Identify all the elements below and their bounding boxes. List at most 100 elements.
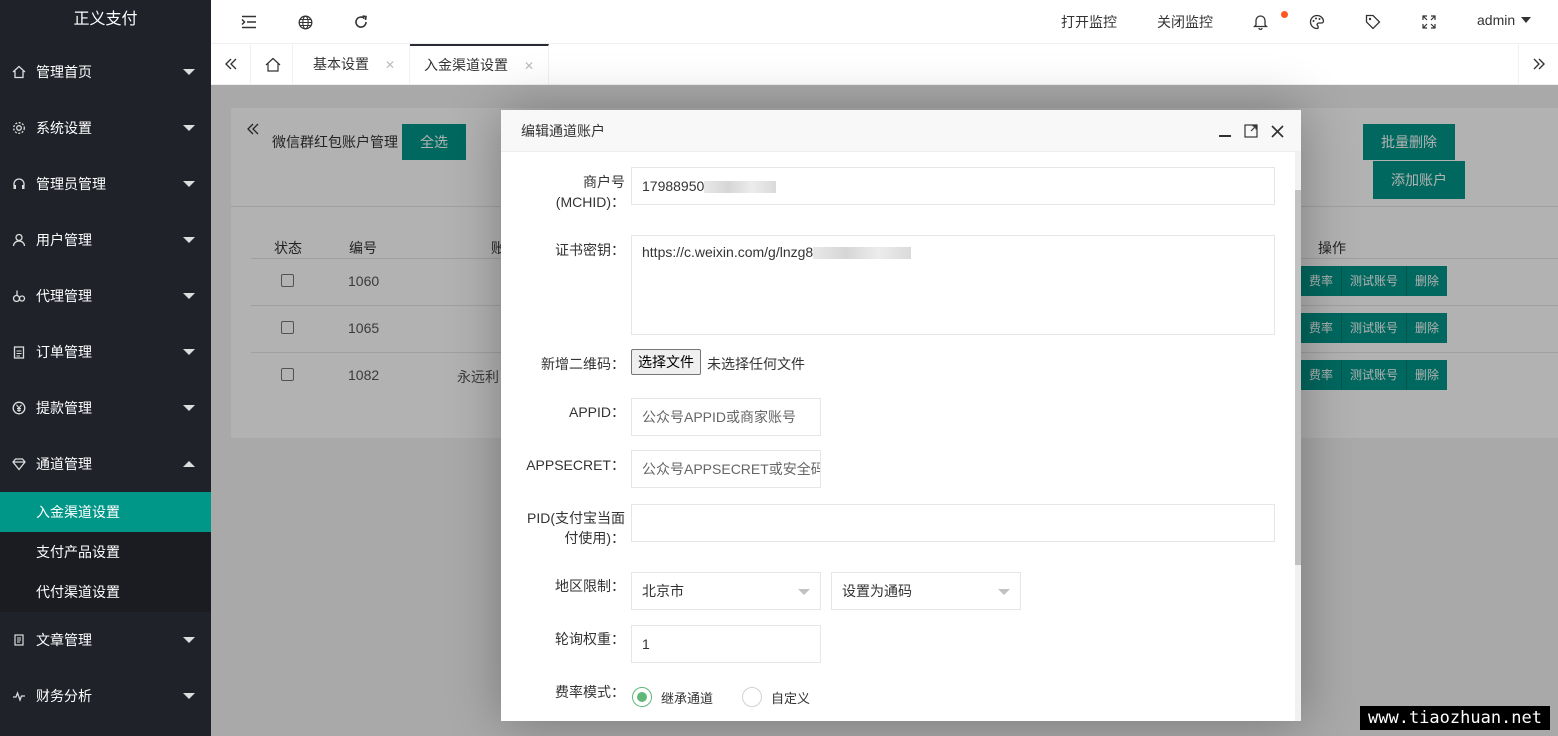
sidebar-item-label: 代理管理 — [36, 288, 92, 304]
tab-label: 基本设置 — [313, 56, 369, 72]
chevron-up-icon — [183, 461, 195, 467]
sidebar-item-home[interactable]: 管理首页 — [0, 44, 211, 100]
dialog-header: 编辑通道账户 — [501, 110, 1301, 152]
region-mode-select[interactable]: 设置为通码 — [831, 572, 1021, 610]
weight-input[interactable]: 1 — [631, 625, 821, 663]
dialog-scrollbar[interactable] — [1295, 152, 1301, 721]
appsecret-input[interactable]: 公众号APPSECRET或安全码 — [631, 450, 821, 488]
sidebar-item-label: 财务分析 — [36, 688, 92, 704]
open-monitor-link[interactable]: 打开监控 — [1061, 12, 1117, 32]
sidebar-item-label: 管理员管理 — [36, 176, 106, 192]
refresh-icon[interactable] — [351, 12, 371, 32]
watermark: www.tiaozhuan.net — [1360, 706, 1550, 730]
tag-icon[interactable] — [1363, 12, 1383, 32]
region-select[interactable]: 北京市 — [631, 572, 821, 610]
flask-icon — [10, 287, 28, 305]
maximize-icon[interactable] — [1243, 123, 1259, 139]
chevron-down-icon — [183, 237, 195, 243]
mchid-label: 商户号 (MCHID)： — [521, 172, 625, 212]
sidebar-subitem-payout-channel[interactable]: 代付渠道设置 — [0, 572, 211, 612]
cert-textarea[interactable]: https://c.weixin.com/g/lnzg8 — [631, 235, 1275, 335]
region-mode-value: 设置为通码 — [842, 583, 912, 599]
diamond-icon — [10, 455, 28, 473]
menu-collapse-icon[interactable] — [239, 12, 259, 32]
tab-basic-settings[interactable]: 基本设置 ✕ — [299, 44, 411, 84]
radio-custom[interactable] — [742, 687, 762, 707]
appsecret-label: APPSECRET： — [526, 457, 625, 473]
appid-label: APPID： — [568, 404, 625, 420]
radio-custom-label: 自定义 — [771, 691, 811, 706]
chevron-down-icon — [183, 693, 195, 699]
edit-channel-account-dialog: 编辑通道账户 商户号 (MCHID)： 17988950 证书密钥： https… — [501, 110, 1301, 721]
fullscreen-icon[interactable] — [1419, 12, 1439, 32]
sidebar-item-label: 系统设置 — [36, 120, 92, 136]
sidebar-item-agent-management[interactable]: 代理管理 — [0, 268, 211, 324]
sidebar-item-article-management[interactable]: 文章管理 — [0, 612, 211, 668]
sidebar-item-finance-analysis[interactable]: 财务分析 — [0, 668, 211, 724]
minimize-icon[interactable] — [1217, 123, 1233, 139]
pid-label-line1: PID(支付宝当面 — [527, 510, 625, 526]
mchid-label-line1: 商户号 — [583, 174, 625, 190]
tab-label: 入金渠道设置 — [424, 57, 508, 73]
dialog-title: 编辑通道账户 — [521, 123, 605, 139]
appid-input[interactable]: 公众号APPID或商家账号 — [631, 398, 821, 436]
chevron-down-icon — [183, 125, 195, 131]
user-icon — [10, 231, 28, 249]
tab-close-icon[interactable]: ✕ — [524, 59, 534, 73]
close-icon[interactable] — [1269, 123, 1285, 139]
tab-home-icon[interactable] — [253, 44, 293, 84]
gear-icon — [10, 119, 28, 137]
sidebar-item-admin-management[interactable]: 管理员管理 — [0, 156, 211, 212]
sidebar-subitem-deposit-channel[interactable]: 入金渠道设置 — [0, 492, 211, 532]
channel-submenu: 入金渠道设置 支付产品设置 代付渠道设置 — [0, 492, 211, 612]
chevron-down-icon — [183, 637, 195, 643]
clipboard-icon — [10, 343, 28, 361]
sidebar: 正义支付 管理首页 系统设置 管理员管理 用户管理 代理管理 订单管理 提款管理… — [0, 0, 211, 736]
sidebar-item-label: 管理首页 — [36, 64, 92, 80]
scrollbar-thumb[interactable] — [1295, 190, 1301, 565]
tab-deposit-channel[interactable]: 入金渠道设置 ✕ — [410, 44, 550, 84]
sidebar-subitem-payment-product[interactable]: 支付产品设置 — [0, 532, 211, 572]
weight-label: 轮询权重： — [555, 631, 625, 647]
pid-label: PID(支付宝当面 付使用)： — [521, 508, 625, 548]
chevron-down-icon — [183, 349, 195, 355]
mchid-field[interactable]: 17988950 — [631, 167, 1275, 205]
region-value: 北京市 — [642, 583, 684, 599]
cert-value: https://c.weixin.com/g/lnzg8 — [642, 244, 814, 260]
file-status: 未选择任何文件 — [707, 356, 805, 372]
palette-icon[interactable] — [1307, 12, 1327, 32]
sidebar-item-channel-management[interactable]: 通道管理 — [0, 436, 211, 492]
choose-file-button[interactable]: 选择文件 — [631, 349, 701, 375]
pid-input[interactable] — [631, 504, 1275, 542]
sidebar-item-label: 订单管理 — [36, 344, 92, 360]
headset-icon — [10, 175, 28, 193]
tab-bar: 基本设置 ✕ 入金渠道设置 ✕ — [211, 44, 1558, 85]
username: admin — [1477, 12, 1516, 28]
tabs-scroll-right-icon[interactable] — [1518, 44, 1558, 84]
tab-close-icon[interactable]: ✕ — [385, 58, 395, 72]
sidebar-item-label: 文章管理 — [36, 632, 92, 648]
bell-icon[interactable] — [1250, 12, 1270, 32]
sidebar-item-label: 用户管理 — [36, 232, 92, 248]
home-icon — [10, 63, 28, 81]
globe-icon[interactable] — [295, 12, 315, 32]
radio-inherit[interactable] — [632, 687, 652, 707]
user-menu[interactable]: admin — [1477, 12, 1532, 28]
redacted-mask — [704, 181, 777, 194]
mchid-value: 17988950 — [642, 178, 705, 194]
qrcode-label: 新增二维码： — [541, 356, 625, 372]
chevron-down-icon — [183, 405, 195, 411]
sidebar-item-label: 通道管理 — [36, 456, 92, 472]
region-label: 地区限制： — [555, 578, 625, 594]
tabs-scroll-left-icon[interactable] — [211, 44, 251, 84]
sidebar-item-withdrawal-management[interactable]: 提款管理 — [0, 380, 211, 436]
chevron-down-icon — [183, 69, 195, 75]
sidebar-item-system-settings[interactable]: 系统设置 — [0, 100, 211, 156]
mchid-label-line2: (MCHID)： — [555, 194, 625, 210]
sidebar-item-order-management[interactable]: 订单管理 — [0, 324, 211, 380]
document-icon — [10, 631, 28, 649]
chevron-down-icon — [183, 293, 195, 299]
sidebar-item-user-management[interactable]: 用户管理 — [0, 212, 211, 268]
yen-icon — [10, 399, 28, 417]
close-monitor-link[interactable]: 关闭监控 — [1157, 12, 1213, 32]
